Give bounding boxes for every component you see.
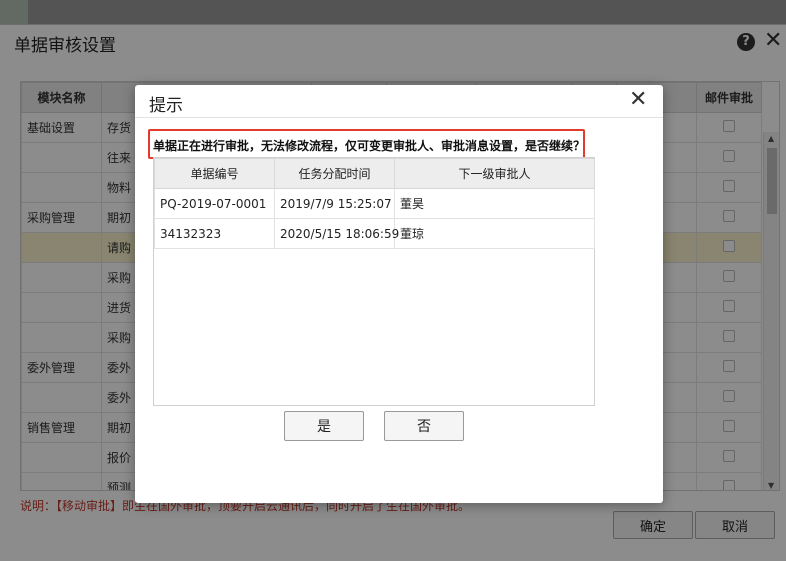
column-header: 单据编号: [154, 158, 275, 189]
table-header-row: 单据编号 任务分配时间 下一级审批人: [154, 158, 595, 189]
assign-time-cell: 2020/5/15 18:06:59: [274, 218, 399, 249]
yes-button[interactable]: 是: [284, 411, 364, 441]
dialog-title: 提示: [149, 96, 183, 116]
dialog-close-icon[interactable]: ✕: [629, 87, 647, 112]
prompt-dialog: 提示 ✕ 单据正在进行审批，无法修改流程，仅可变更审批人、审批消息设置，是否继续…: [135, 85, 663, 503]
document-code-cell: 34132323: [154, 218, 275, 249]
column-header: 任务分配时间: [274, 158, 395, 189]
pending-approvals-table: 单据编号 任务分配时间 下一级审批人 PQ-2019-07-0001 2019/…: [153, 157, 595, 406]
column-header: 下一级审批人: [394, 158, 595, 189]
dialog-header: 提示 ✕: [135, 85, 663, 118]
document-code-cell: PQ-2019-07-0001: [154, 188, 275, 219]
no-button[interactable]: 否: [384, 411, 464, 441]
next-approver-cell: 董昊: [394, 188, 595, 219]
table-row: PQ-2019-07-0001 2019/7/9 15:25:07 董昊: [154, 188, 595, 219]
next-approver-cell: 董琼: [394, 218, 595, 249]
table-row: 34132323 2020/5/15 18:06:59 董琼: [154, 218, 595, 249]
assign-time-cell: 2019/7/9 15:25:07: [274, 188, 395, 219]
warning-message: 单据正在进行审批，无法修改流程，仅可变更审批人、审批消息设置，是否继续？: [153, 139, 586, 153]
